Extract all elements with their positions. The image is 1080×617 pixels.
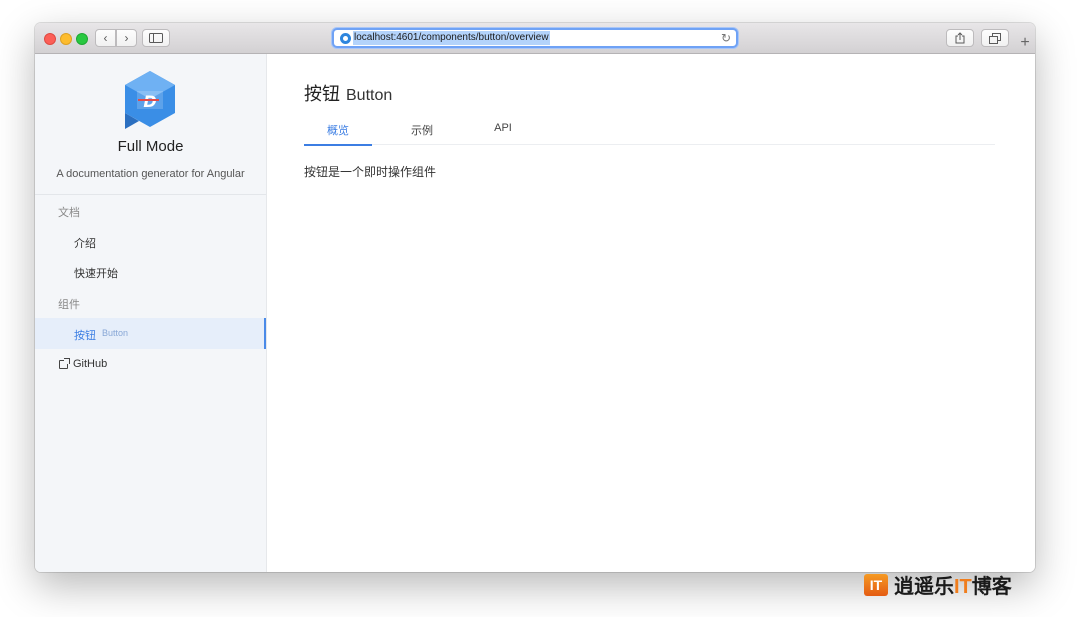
- watermark-text-a: 逍遥乐: [894, 576, 954, 598]
- full-mode-logo: D: [125, 71, 175, 129]
- brand-description: A documentation generator for Angular: [56, 168, 245, 180]
- svg-text:D: D: [143, 92, 156, 111]
- sidebar-icon: [149, 33, 163, 43]
- nav-group-docs: 文档: [58, 207, 80, 219]
- sidebar: D Full Mode A documentation generator fo…: [35, 54, 267, 572]
- page-title: 按钮 Button: [304, 80, 392, 106]
- close-window-button[interactable]: [44, 33, 56, 45]
- sidebar-item-quick-start[interactable]: 快速开始: [74, 265, 118, 281]
- watermark-logo: IT: [864, 573, 888, 596]
- watermark-text: 逍遥乐IT博客: [894, 570, 1012, 599]
- reload-icon[interactable]: ↻: [721, 30, 731, 46]
- sidebar-divider: [35, 194, 266, 195]
- tab-api[interactable]: API: [469, 122, 537, 144]
- sidebar-toggle-button[interactable]: [142, 29, 170, 47]
- history-nav: ‹ ›: [95, 29, 137, 47]
- nav-group-components: 组件: [58, 299, 80, 311]
- overview-text: 按钮是一个即时操作组件: [304, 165, 437, 179]
- tabs-overview-button[interactable]: [981, 29, 1009, 47]
- address-bar[interactable]: localhost:4601/components/button/overvie…: [332, 28, 738, 48]
- browser-window: ‹ › localhost:4601/components/button/ove…: [35, 23, 1035, 572]
- minimize-window-button[interactable]: [60, 33, 72, 45]
- forward-button[interactable]: ›: [116, 29, 137, 47]
- share-icon: [955, 32, 965, 44]
- tab-examples[interactable]: 示例: [388, 122, 456, 144]
- watermark-text-b: 博客: [971, 576, 1012, 598]
- back-button[interactable]: ‹: [95, 29, 116, 47]
- github-label: GitHub: [73, 358, 108, 370]
- sidebar-item-label: 按钮: [74, 330, 96, 342]
- chevron-right-icon: ›: [124, 31, 129, 45]
- zoom-window-button[interactable]: [76, 33, 88, 45]
- tabs-icon: [989, 32, 1001, 44]
- sidebar-item-button[interactable]: 按钮 Button: [35, 318, 266, 349]
- tab-bar: 概览 示例 API: [304, 120, 995, 146]
- tab-overview[interactable]: 概览: [304, 122, 372, 146]
- page-title-zh: 按钮: [304, 84, 340, 104]
- main-content: 按钮 Button 概览 示例 API 按钮是一个即时操作组件: [267, 54, 1035, 572]
- title-bar: ‹ › localhost:4601/components/button/ove…: [35, 23, 1035, 54]
- site-favicon-icon: [340, 33, 351, 44]
- github-link[interactable]: GitHub: [59, 357, 108, 370]
- sidebar-item-sublabel: Button: [102, 328, 129, 338]
- brand-name: Full Mode: [117, 138, 184, 155]
- new-tab-button[interactable]: +: [1015, 32, 1035, 53]
- sidebar-item-intro[interactable]: 介绍: [74, 235, 96, 251]
- share-button[interactable]: [946, 29, 974, 47]
- watermark-text-it: IT: [954, 576, 972, 598]
- page-title-en: Button: [346, 87, 393, 104]
- chevron-left-icon: ‹: [103, 31, 108, 45]
- watermark: IT 逍遥乐IT博客: [864, 570, 1012, 599]
- external-link-icon: [59, 357, 70, 369]
- url-text[interactable]: localhost:4601/components/button/overvie…: [353, 31, 550, 45]
